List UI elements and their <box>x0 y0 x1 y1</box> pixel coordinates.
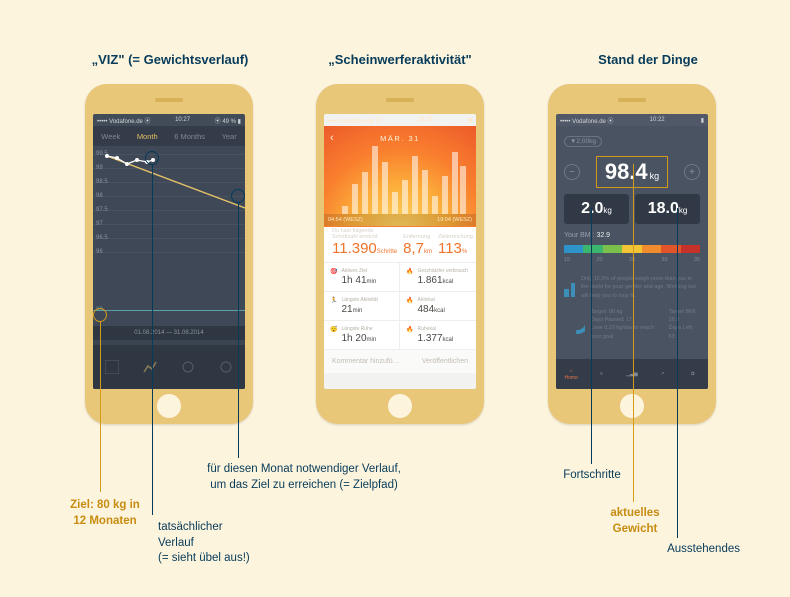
ann-path: für diesen Monat notwendiger Verlauf, um… <box>184 462 424 493</box>
screen-status: ••••• Vodafone.de ⦿ 10:22 ▮ ▼2,00kg − 98… <box>556 114 708 389</box>
bmi-ticks: 1520253035 <box>564 257 700 263</box>
ann-remaining: Ausstehendes <box>640 542 740 558</box>
phone-viz: ••••• Vodafone.de ⦿ 10:27 ⦿ 49 % ▮ Week … <box>85 84 253 424</box>
prev-diff-badge: ▼2,00kg <box>564 136 602 147</box>
title-status: Stand der Dinge <box>548 52 748 67</box>
chart-icon: ▁▃▅ <box>626 371 638 377</box>
nav-home[interactable]: ⌂Home <box>556 359 586 389</box>
growth-icon: ↗ <box>660 371 664 377</box>
ios-statusbar: ••••• Vodafone.de ⦿ 10:23 ▮ <box>324 114 476 126</box>
marker-actual <box>145 151 159 165</box>
weight-input-row: − 98.4kg + <box>564 156 700 188</box>
plus-button[interactable]: + <box>684 164 700 180</box>
title-viz: „VIZ" (= Gewichtsverlauf) <box>70 52 270 67</box>
home-button[interactable] <box>620 394 644 418</box>
ios-statusbar: ••••• Vodafone.de ⦿ 10:22 ▮ <box>556 114 708 126</box>
screen-viz: ••••• Vodafone.de ⦿ 10:27 ⦿ 49 % ▮ Week … <box>93 114 245 389</box>
pie-icon <box>564 308 585 334</box>
line-actual <box>152 165 153 515</box>
progress-card: 2.0kg <box>564 194 629 224</box>
line-remaining <box>677 208 678 538</box>
activity-metrics: 🎯Aktives Ziel1h 41min 🔥Geschätzter verbr… <box>324 262 476 349</box>
activity-summary: Du hast folgende Schrittzahl erreicht:11… <box>324 226 476 262</box>
home-button[interactable] <box>157 394 181 418</box>
phone-activity: ••••• Vodafone.de ⦿ 10:23 ▮ ‹ MÄR. 31 04… <box>316 84 484 424</box>
line-progress <box>591 208 592 464</box>
weight-chart[interactable]: 99.5 99 98.5 98 97.5 97 96.5 96 80 <box>93 146 245 326</box>
line-current <box>633 164 634 502</box>
line-path <box>238 203 239 458</box>
publish-button[interactable]: Veröffentlichen <box>422 358 468 365</box>
bmi-scale <box>564 245 700 253</box>
publish-row[interactable]: Kommentar hinzufü… Veröffentlichen <box>324 349 476 373</box>
info-target-left: Target: 80 kg Days Passed: 17 Lose 0.29 … <box>591 308 659 341</box>
home-icon: ⌂ <box>570 368 573 374</box>
title-activity: „Scheinwerferaktivität" <box>300 52 500 67</box>
comment-input[interactable]: Kommentar hinzufü… <box>332 358 400 365</box>
nav-item[interactable]: ↗ <box>647 359 677 389</box>
gear-icon: ✿ <box>691 371 695 377</box>
info-target-right: Target BMI: 26.8 Days Left: 63 <box>669 308 700 341</box>
info-population: Only 16,5% of people weigh more than you… <box>581 275 700 300</box>
marker-path <box>231 189 245 203</box>
ios-statusbar: ••••• Vodafone.de ⦿ 10:27 ⦿ 49 % ▮ <box>93 114 245 126</box>
screen-activity: ••••• Vodafone.de ⦿ 10:23 ▮ ‹ MÄR. 31 04… <box>324 114 476 389</box>
home-button[interactable] <box>388 394 412 418</box>
bmi-label: Your BMI: 32.9 <box>564 232 700 239</box>
nav-item[interactable]: ✿ <box>678 359 708 389</box>
date-range: 01.08.2014 — 31.08.2014 <box>93 326 245 340</box>
hero-date: MÄR. 31 <box>324 134 476 143</box>
ann-current: aktuelles Gewicht <box>600 506 670 537</box>
activity-hero: ‹ MÄR. 31 04:54 (WESZ)19:04 (WESZ) <box>324 126 476 226</box>
bottom-nav-status[interactable]: ⌂Home ≡ ▁▃▅ ↗ ✿ <box>556 359 708 389</box>
bar-icon <box>564 275 575 297</box>
remaining-card: 18.0kg <box>635 194 700 224</box>
bottom-nav-viz[interactable] <box>93 345 245 389</box>
ann-progress: Fortschritte <box>552 468 632 484</box>
line-goal <box>100 322 101 492</box>
phone-status: ••••• Vodafone.de ⦿ 10:22 ▮ ▼2,00kg − 98… <box>548 84 716 424</box>
list-icon: ≡ <box>600 371 603 377</box>
time-range-tabs[interactable]: Week Month 6 Months Year <box>93 126 245 146</box>
minus-button[interactable]: − <box>564 164 580 180</box>
current-weight-box[interactable]: 98.4kg <box>596 156 668 188</box>
marker-goal <box>93 308 107 322</box>
ann-actual: tatsächlicher Verlauf (= sieht übel aus!… <box>110 520 260 567</box>
